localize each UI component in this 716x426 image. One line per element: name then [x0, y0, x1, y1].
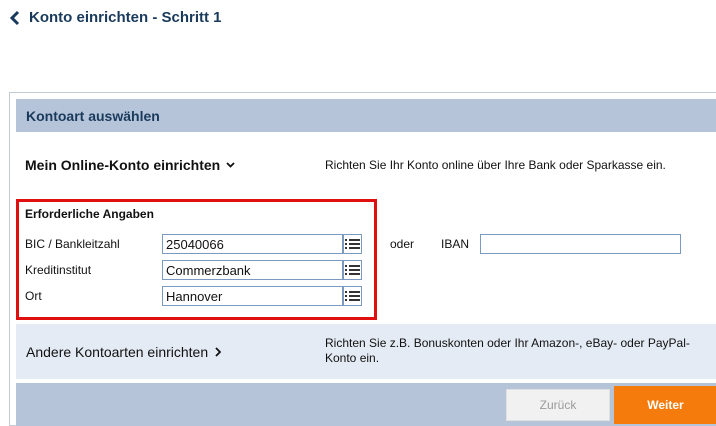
- back-link[interactable]: Konto einrichten - Schritt 1: [9, 9, 222, 27]
- online-account-title: Mein Online-Konto einrichten: [25, 157, 221, 173]
- bic-input[interactable]: [162, 234, 343, 254]
- bank-lookup-button[interactable]: [343, 260, 362, 280]
- chevron-right-icon: [215, 347, 222, 357]
- section-header: Kontoart auswählen: [16, 99, 716, 132]
- other-account-types-row: Andere Kontoarten einrichten Richten Sie…: [16, 324, 716, 379]
- chevron-left-icon: [9, 10, 20, 26]
- other-account-types-link[interactable]: Andere Kontoarten einrichten: [26, 344, 222, 360]
- list-icon: [345, 291, 360, 301]
- chevron-down-icon: [226, 162, 235, 168]
- list-icon: [345, 239, 360, 249]
- bic-label: BIC / Bankleitzahl: [25, 237, 120, 251]
- online-account-toggle[interactable]: Mein Online-Konto einrichten: [25, 157, 235, 173]
- section-title: Kontoart auswählen: [26, 108, 160, 124]
- iban-label: IBAN: [441, 237, 470, 251]
- city-label: Ort: [25, 289, 42, 303]
- online-account-description: Richten Sie Ihr Konto online über Ihre B…: [325, 158, 666, 172]
- next-button[interactable]: Weiter: [614, 386, 716, 424]
- iban-input[interactable]: [480, 234, 681, 254]
- footer-bar: Zurück Weiter: [16, 383, 716, 426]
- back-button[interactable]: Zurück: [506, 389, 610, 421]
- bank-input[interactable]: [162, 260, 343, 280]
- bic-lookup-button[interactable]: [343, 234, 362, 254]
- list-icon: [345, 265, 360, 275]
- or-label: oder: [390, 237, 415, 251]
- required-fields-title: Erforderliche Angaben: [25, 207, 154, 221]
- other-account-types-description: Richten Sie z.B. Bonuskonten oder Ihr Am…: [325, 336, 690, 365]
- bank-label: Kreditinstitut: [25, 263, 92, 277]
- other-account-types-title: Andere Kontoarten einrichten: [26, 344, 209, 360]
- account-setup-panel: Kontoart auswählen Mein Online-Konto ein…: [9, 92, 716, 426]
- city-lookup-button[interactable]: [343, 286, 362, 306]
- city-input[interactable]: [162, 286, 343, 306]
- page-title: Konto einrichten - Schritt 1: [29, 9, 222, 26]
